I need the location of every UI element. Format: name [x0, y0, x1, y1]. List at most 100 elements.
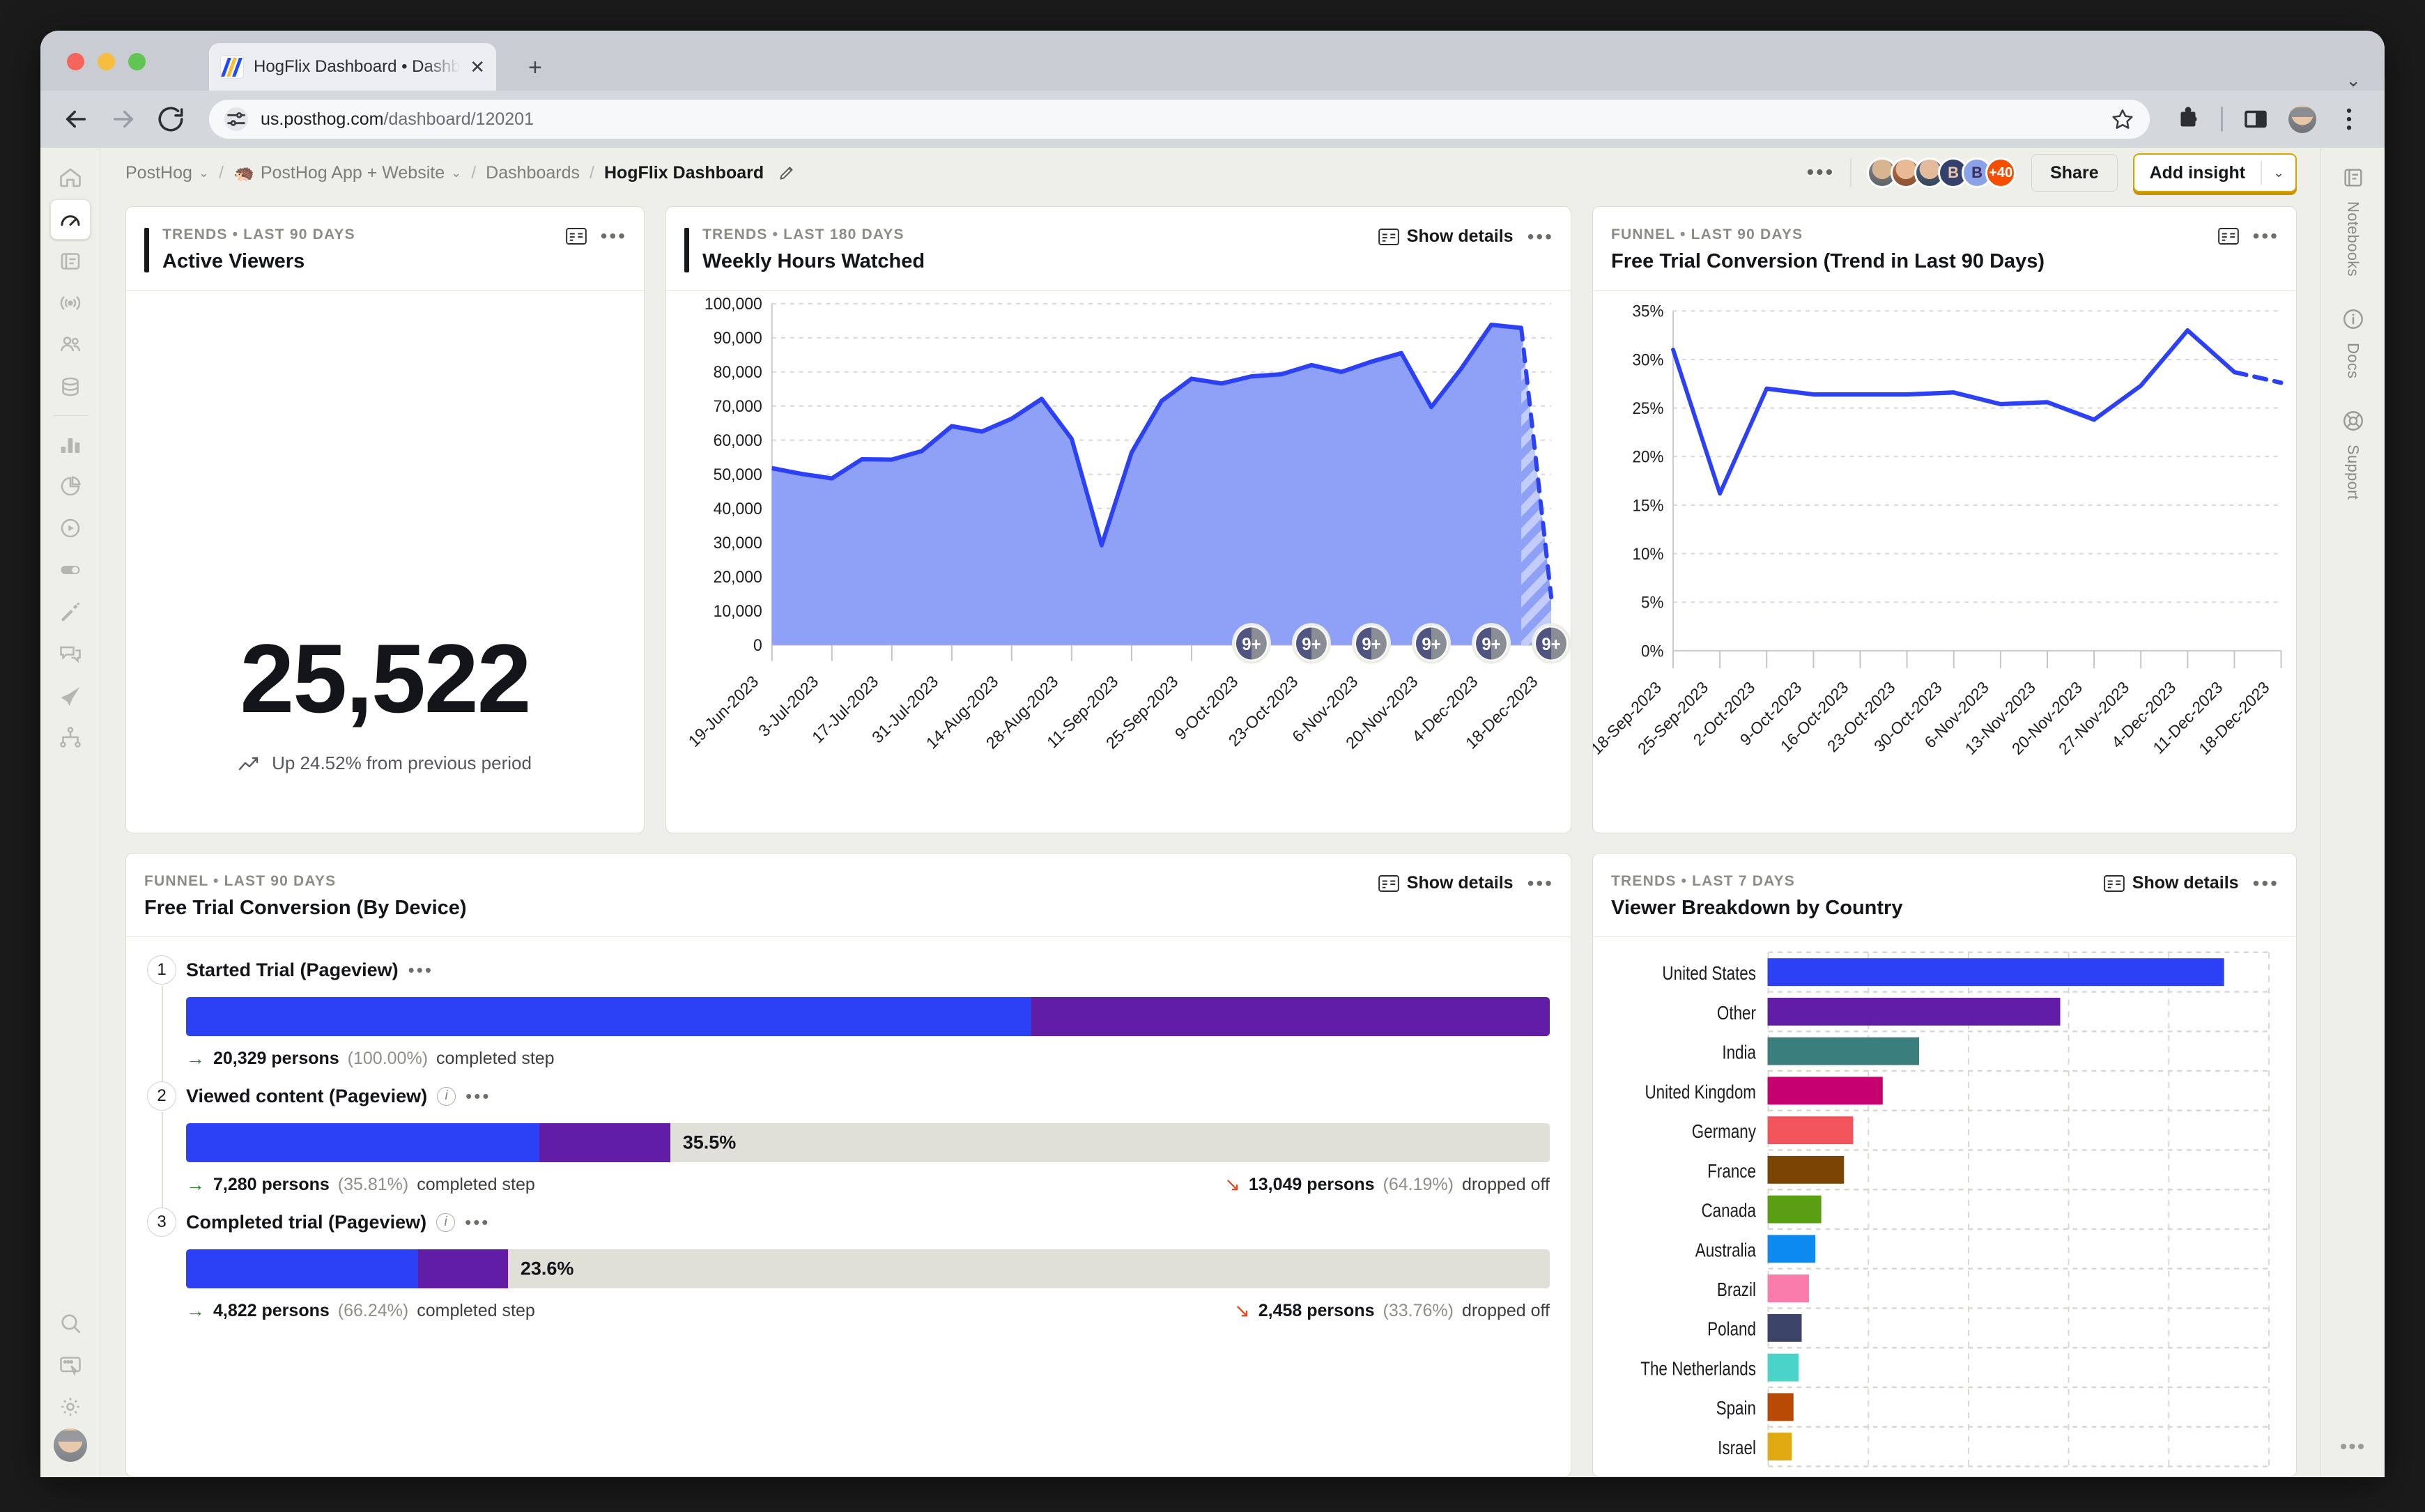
edit-pencil-icon[interactable]	[778, 164, 796, 182]
info-icon	[2341, 307, 2365, 334]
funnel-bar-segment-mobile[interactable]	[539, 1123, 670, 1162]
maximize-window-button[interactable]	[128, 53, 146, 70]
svg-text:70,000: 70,000	[714, 397, 762, 416]
chevron-down-icon[interactable]: ⌄	[2262, 155, 2295, 191]
reload-icon[interactable]	[156, 105, 185, 134]
breadcrumb-dashboards[interactable]: Dashboards	[486, 163, 580, 183]
forward-icon[interactable]	[109, 105, 138, 134]
card-overflow-menu[interactable]: •••	[2253, 226, 2279, 246]
card-overflow-menu[interactable]: •••	[1527, 226, 1554, 247]
show-details-button[interactable]: Show details	[1378, 873, 1514, 893]
sidebar-item-early-access[interactable]	[50, 675, 91, 716]
funnel-step-metrics: → 20,329 persons (100.00%) completed step	[186, 1049, 1550, 1069]
search-icon[interactable]	[50, 1303, 91, 1343]
card-header: TRENDS • LAST 7 DAYS Viewer Breakdown by…	[1593, 854, 2296, 937]
funnel-bar-segment-mobile[interactable]	[1031, 997, 1550, 1036]
sidebar-item-product-analytics[interactable]	[50, 424, 91, 465]
completed-suffix: completed step	[417, 1175, 535, 1194]
sidebar-item-experiments[interactable]	[50, 592, 91, 632]
side-panel-icon[interactable]	[2241, 105, 2270, 134]
gear-icon[interactable]	[50, 1387, 91, 1427]
collaborator-avatars[interactable]: B B +40	[1867, 157, 2017, 188]
card-overflow-menu[interactable]: •••	[1527, 873, 1554, 893]
add-insight-button[interactable]: Add insight ⌄	[2132, 153, 2297, 192]
sidebar-item-web-analytics[interactable]	[50, 466, 91, 507]
sidebar-item-activity[interactable]	[50, 283, 91, 323]
svg-text:50,000: 50,000	[714, 465, 762, 484]
funnel-bar[interactable]	[186, 997, 1550, 1036]
dropped-count: 2,458 persons	[1258, 1301, 1375, 1320]
minimize-window-button[interactable]	[98, 53, 115, 70]
card-overflow-menu[interactable]: •••	[601, 226, 627, 246]
hedgehog-icon: 🦔	[233, 163, 254, 183]
address-bar[interactable]: us.posthog.com/dashboard/120201	[209, 100, 2150, 139]
sidebar-item-people[interactable]	[50, 325, 91, 365]
funnel-step: 2 Viewed content (Pageview) i ••• 35.5% → 7,28…	[147, 1081, 1550, 1208]
browser-menu-icon[interactable]	[2334, 105, 2364, 134]
arrow-right-icon: →	[186, 1048, 205, 1069]
breadcrumb-project[interactable]: 🦔 PostHog App + Website ⌄	[233, 163, 461, 183]
profile-avatar[interactable]	[2288, 105, 2316, 133]
right-sidebar-overflow[interactable]: •••	[2340, 1435, 2366, 1459]
breadcrumb-separator: /	[218, 162, 224, 183]
funnel-bar-segment-desktop[interactable]	[186, 1123, 540, 1162]
close-window-button[interactable]	[67, 53, 84, 70]
sidebar-item-home[interactable]	[50, 157, 91, 198]
funnel-dropped-metric: ↘ 2,458 persons (33.76%) dropped off	[1234, 1301, 1550, 1321]
sidebar-item-docs[interactable]: Docs	[2341, 307, 2365, 378]
details-icon[interactable]	[565, 227, 587, 245]
sidebar-item-support[interactable]: Support	[2341, 409, 2365, 500]
close-tab-button[interactable]: ✕	[470, 58, 485, 76]
details-icon[interactable]	[2217, 227, 2239, 245]
funnel-bar[interactable]: 23.6%	[186, 1249, 1550, 1288]
dashboard-overflow-menu[interactable]: •••	[1807, 162, 1835, 183]
toolbar-icon[interactable]	[50, 1345, 91, 1385]
sidebar-item-session-replay[interactable]	[50, 508, 91, 548]
free-trial-trend-line-chart[interactable]: 0% 5% 10% 15% 20% 25% 30% 35% 18-Sep-2023 25-Sep-…	[1593, 291, 2296, 833]
country-bar-chart[interactable]: United States Other India United Kingdom Ger…	[1593, 937, 2296, 1476]
card-tools: •••	[565, 226, 627, 246]
funnel-step: 1 Started Trial (Pageview) ••• → 20,329 pers…	[147, 955, 1550, 1081]
completed-count: 20,329 persons	[213, 1049, 339, 1068]
sidebar-item-data-management[interactable]	[50, 367, 91, 407]
sidebar-item-notebooks[interactable]: Notebooks	[2341, 166, 2365, 277]
completed-percent: (35.81%)	[337, 1175, 409, 1194]
avatar-overflow-count[interactable]: +40	[1985, 157, 2017, 188]
funnel-bar[interactable]: 35.5%	[186, 1123, 1550, 1162]
info-icon[interactable]: i	[436, 1212, 456, 1232]
funnel-bar-segment-mobile[interactable]	[417, 1249, 508, 1288]
back-icon[interactable]	[61, 105, 91, 134]
bookmark-star-icon[interactable]	[2111, 107, 2134, 131]
completed-count: 7,280 persons	[213, 1175, 330, 1194]
funnel-step-overflow-menu[interactable]: •••	[408, 961, 433, 979]
window-controls[interactable]	[67, 53, 146, 70]
sidebar-item-notebooks[interactable]	[50, 241, 91, 281]
browser-tab[interactable]: HogFlix Dashboard • Dashboa ✕	[209, 43, 496, 91]
funnel-step-number: 2	[147, 1081, 176, 1111]
sidebar-item-surveys[interactable]	[50, 633, 91, 674]
weekly-hours-area-chart[interactable]: 0 10,000 20,000 30,000 40,000 50,000 60,000 70,…	[666, 291, 1571, 833]
sidebar-item-dashboards[interactable]	[49, 199, 91, 240]
show-details-button[interactable]: Show details	[2103, 873, 2239, 893]
funnel-bar-segment-desktop[interactable]	[186, 997, 1032, 1036]
svg-text:Other: Other	[1717, 1003, 1756, 1024]
info-icon[interactable]: i	[437, 1086, 456, 1106]
extensions-icon[interactable]	[2173, 105, 2203, 134]
sidebar-divider	[52, 415, 88, 416]
funnel-step-overflow-menu[interactable]: •••	[465, 1087, 491, 1105]
card-active-viewers: TRENDS • LAST 90 DAYS Active Viewers •••	[125, 206, 645, 833]
site-settings-icon[interactable]	[224, 107, 248, 131]
user-avatar[interactable]	[53, 1428, 87, 1462]
funnel-bar-segment-desktop[interactable]	[186, 1249, 418, 1288]
breadcrumb-org[interactable]: PostHog ⌄	[125, 163, 209, 183]
show-details-button[interactable]: Show details	[1378, 226, 1514, 247]
card-overflow-menu[interactable]: •••	[2253, 873, 2279, 893]
card-kicker: FUNNEL • LAST 90 DAYS	[144, 873, 337, 889]
sidebar-item-feature-flags[interactable]	[50, 550, 91, 590]
active-viewers-delta-label: Up 24.52% from previous period	[272, 753, 532, 773]
tab-list-chevron-icon[interactable]: ⌄	[2346, 71, 2361, 89]
funnel-step-overflow-menu[interactable]: •••	[465, 1213, 490, 1231]
sidebar-item-pipeline[interactable]	[50, 717, 91, 757]
new-tab-button[interactable]: +	[528, 56, 542, 79]
share-button[interactable]: Share	[2031, 154, 2118, 192]
